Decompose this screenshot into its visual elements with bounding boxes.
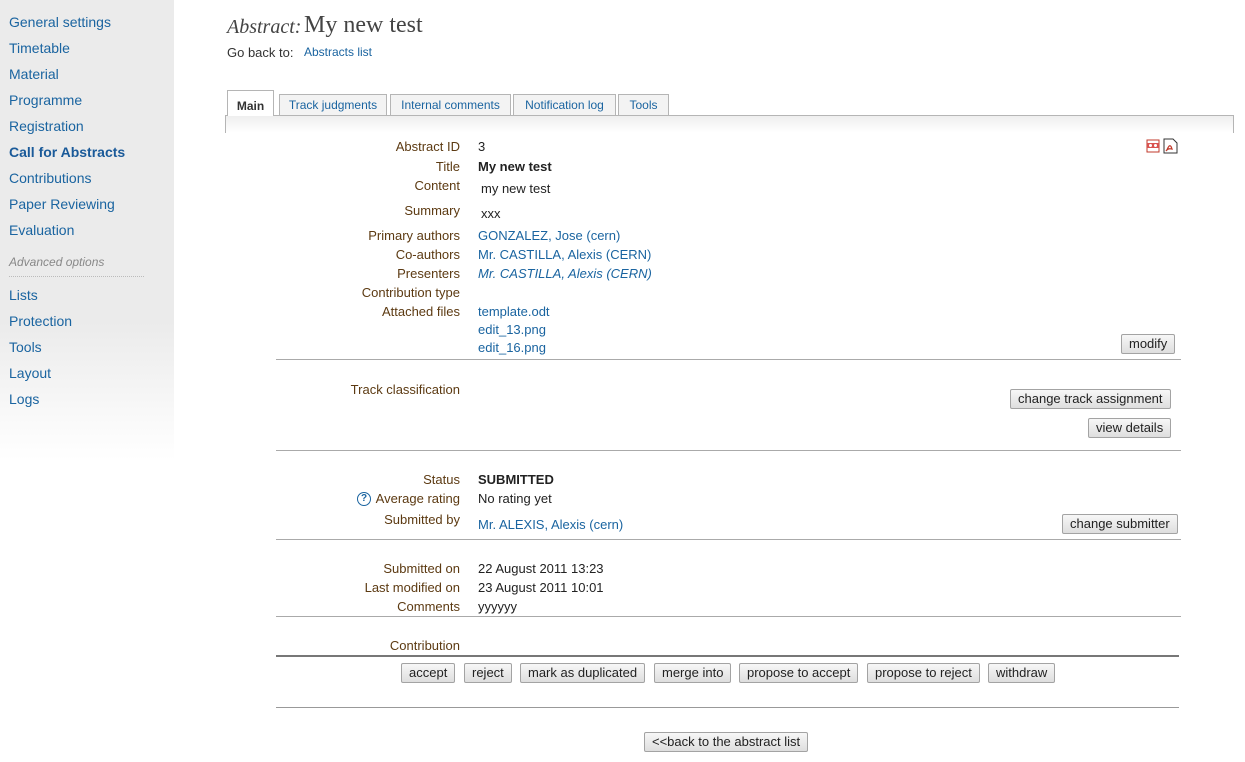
coauthors-label: Co-authors (395, 247, 460, 262)
summary-value: xxx (481, 206, 501, 221)
xml-export-icon[interactable] (1146, 139, 1160, 153)
propose-to-reject-button[interactable]: propose to reject (867, 663, 980, 683)
attached-file-link[interactable]: edit_16.png (478, 340, 546, 355)
primary-author-link[interactable]: GONZALEZ, Jose (cern) (478, 228, 620, 243)
section-divider (276, 539, 1181, 540)
presenter-link[interactable]: Mr. CASTILLA, Alexis (CERN) (478, 266, 652, 281)
tab-notification-log[interactable]: Notification log (513, 94, 616, 115)
tab-panel-top (225, 115, 1234, 133)
summary-label: Summary (404, 203, 460, 218)
section-divider (276, 707, 1179, 708)
propose-to-accept-button[interactable]: propose to accept (739, 663, 859, 683)
comments-value: yyyyyy (478, 599, 517, 614)
sidebar-item-layout[interactable]: Layout (9, 365, 51, 381)
contribution-label: Contribution (389, 638, 460, 653)
sidebar-item-protection[interactable]: Protection (9, 313, 72, 329)
help-icon[interactable]: ? (357, 492, 371, 506)
section-divider (276, 450, 1181, 451)
abstracts-list-link[interactable]: Abstracts list (304, 45, 372, 59)
contribution-type-label: Contribution type (361, 285, 460, 300)
sidebar-item-evaluation[interactable]: Evaluation (9, 222, 74, 238)
average-rating-label: Average rating (375, 491, 460, 506)
last-modified-label: Last modified on (364, 580, 460, 595)
sidebar-item-registration[interactable]: Registration (9, 118, 84, 134)
sidebar-item-paper-reviewing[interactable]: Paper Reviewing (9, 196, 115, 212)
content-value: my new test (481, 181, 551, 196)
comments-label: Comments (397, 599, 460, 614)
attached-files-label: Attached files (381, 304, 460, 319)
last-modified-value: 23 August 2011 10:01 (478, 580, 604, 595)
sidebar-item-call-for-abstracts[interactable]: Call for Abstracts (9, 144, 125, 160)
reject-button[interactable]: reject (464, 663, 512, 683)
track-classification-label: Track classification (350, 382, 460, 397)
abstract-label: Abstract: (227, 16, 302, 38)
section-divider (276, 616, 1181, 617)
content-label: Content (414, 178, 460, 193)
sidebar-item-lists[interactable]: Lists (9, 287, 38, 303)
sidebar-divider (9, 276, 144, 277)
submitted-by-label: Submitted by (384, 512, 460, 527)
back-to-abstract-list-button[interactable]: <<back to the abstract list (644, 732, 809, 752)
status-value: SUBMITTED (478, 472, 554, 487)
tab-internal-comments[interactable]: Internal comments (390, 94, 511, 115)
submitter-link[interactable]: Mr. ALEXIS, Alexis (cern) (478, 517, 623, 532)
sidebar-item-timetable[interactable]: Timetable (9, 40, 70, 56)
abstract-id-value: 3 (478, 139, 486, 154)
change-track-assignment-button[interactable]: change track assignment (1010, 389, 1171, 409)
sidebar-item-general-settings[interactable]: General settings (9, 14, 111, 30)
submitted-on-value: 22 August 2011 13:23 (478, 561, 604, 576)
abstract-id-label: Abstract ID (395, 139, 460, 154)
attached-file-link[interactable]: template.odt (478, 304, 550, 319)
merge-into-button[interactable]: merge into (654, 663, 732, 683)
sidebar-item-programme[interactable]: Programme (9, 92, 82, 108)
sidebar-item-logs[interactable]: Logs (9, 391, 39, 407)
advanced-options-label: Advanced options (9, 255, 105, 269)
presenters-label: Presenters (397, 266, 460, 281)
tab-tools[interactable]: Tools (618, 94, 669, 115)
attached-file-link[interactable]: edit_13.png (478, 322, 546, 337)
change-submitter-button[interactable]: change submitter (1062, 514, 1178, 534)
tab-track-judgments[interactable]: Track judgments (279, 94, 387, 115)
sidebar-item-tools[interactable]: Tools (9, 339, 42, 355)
withdraw-button[interactable]: withdraw (988, 663, 1056, 683)
go-back-label: Go back to: (227, 45, 294, 60)
submitted-on-label: Submitted on (383, 561, 460, 576)
actions-divider (276, 655, 1179, 657)
mark-as-duplicated-button[interactable]: mark as duplicated (520, 663, 646, 683)
title-label: Title (435, 159, 460, 174)
view-details-button[interactable]: view details (1088, 418, 1172, 438)
sidebar: General settings Timetable Material Prog… (0, 0, 174, 460)
coauthor-link[interactable]: Mr. CASTILLA, Alexis (CERN) (478, 247, 651, 262)
export-icons (1146, 138, 1180, 157)
title-value: My new test (478, 159, 552, 174)
sidebar-item-material[interactable]: Material (9, 66, 59, 82)
primary-authors-label: Primary authors (368, 228, 460, 243)
modify-button[interactable]: modify (1121, 334, 1176, 354)
page-title: My new test (304, 12, 423, 38)
accept-button[interactable]: accept (401, 663, 456, 683)
status-label: Status (423, 472, 460, 487)
section-divider (276, 359, 1181, 360)
tab-main[interactable]: Main (227, 90, 274, 116)
pdf-export-icon[interactable] (1163, 138, 1178, 154)
average-rating-value: No rating yet (478, 491, 552, 506)
sidebar-item-contributions[interactable]: Contributions (9, 170, 92, 186)
